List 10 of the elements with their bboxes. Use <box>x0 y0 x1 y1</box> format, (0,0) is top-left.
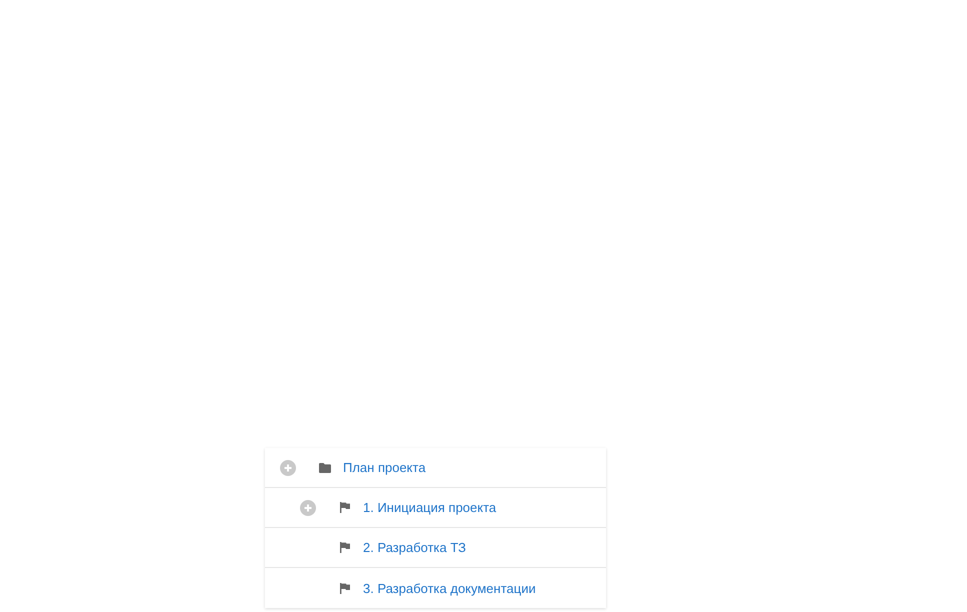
flag-icon <box>340 542 350 553</box>
tree-item-label[interactable]: 3. Разработка документации <box>363 580 536 596</box>
folder-icon <box>319 462 331 472</box>
plus-circle-icon[interactable] <box>280 460 296 476</box>
flag-icon <box>340 582 350 594</box>
tree-item-label[interactable]: 1. Инициация проекта <box>363 500 496 515</box>
tree-item-label[interactable]: 2. Разработка ТЗ <box>363 540 466 555</box>
tree-item-label[interactable]: План проекта <box>343 460 426 475</box>
plus-circle-icon[interactable] <box>300 500 316 516</box>
flag-icon <box>340 502 350 513</box>
